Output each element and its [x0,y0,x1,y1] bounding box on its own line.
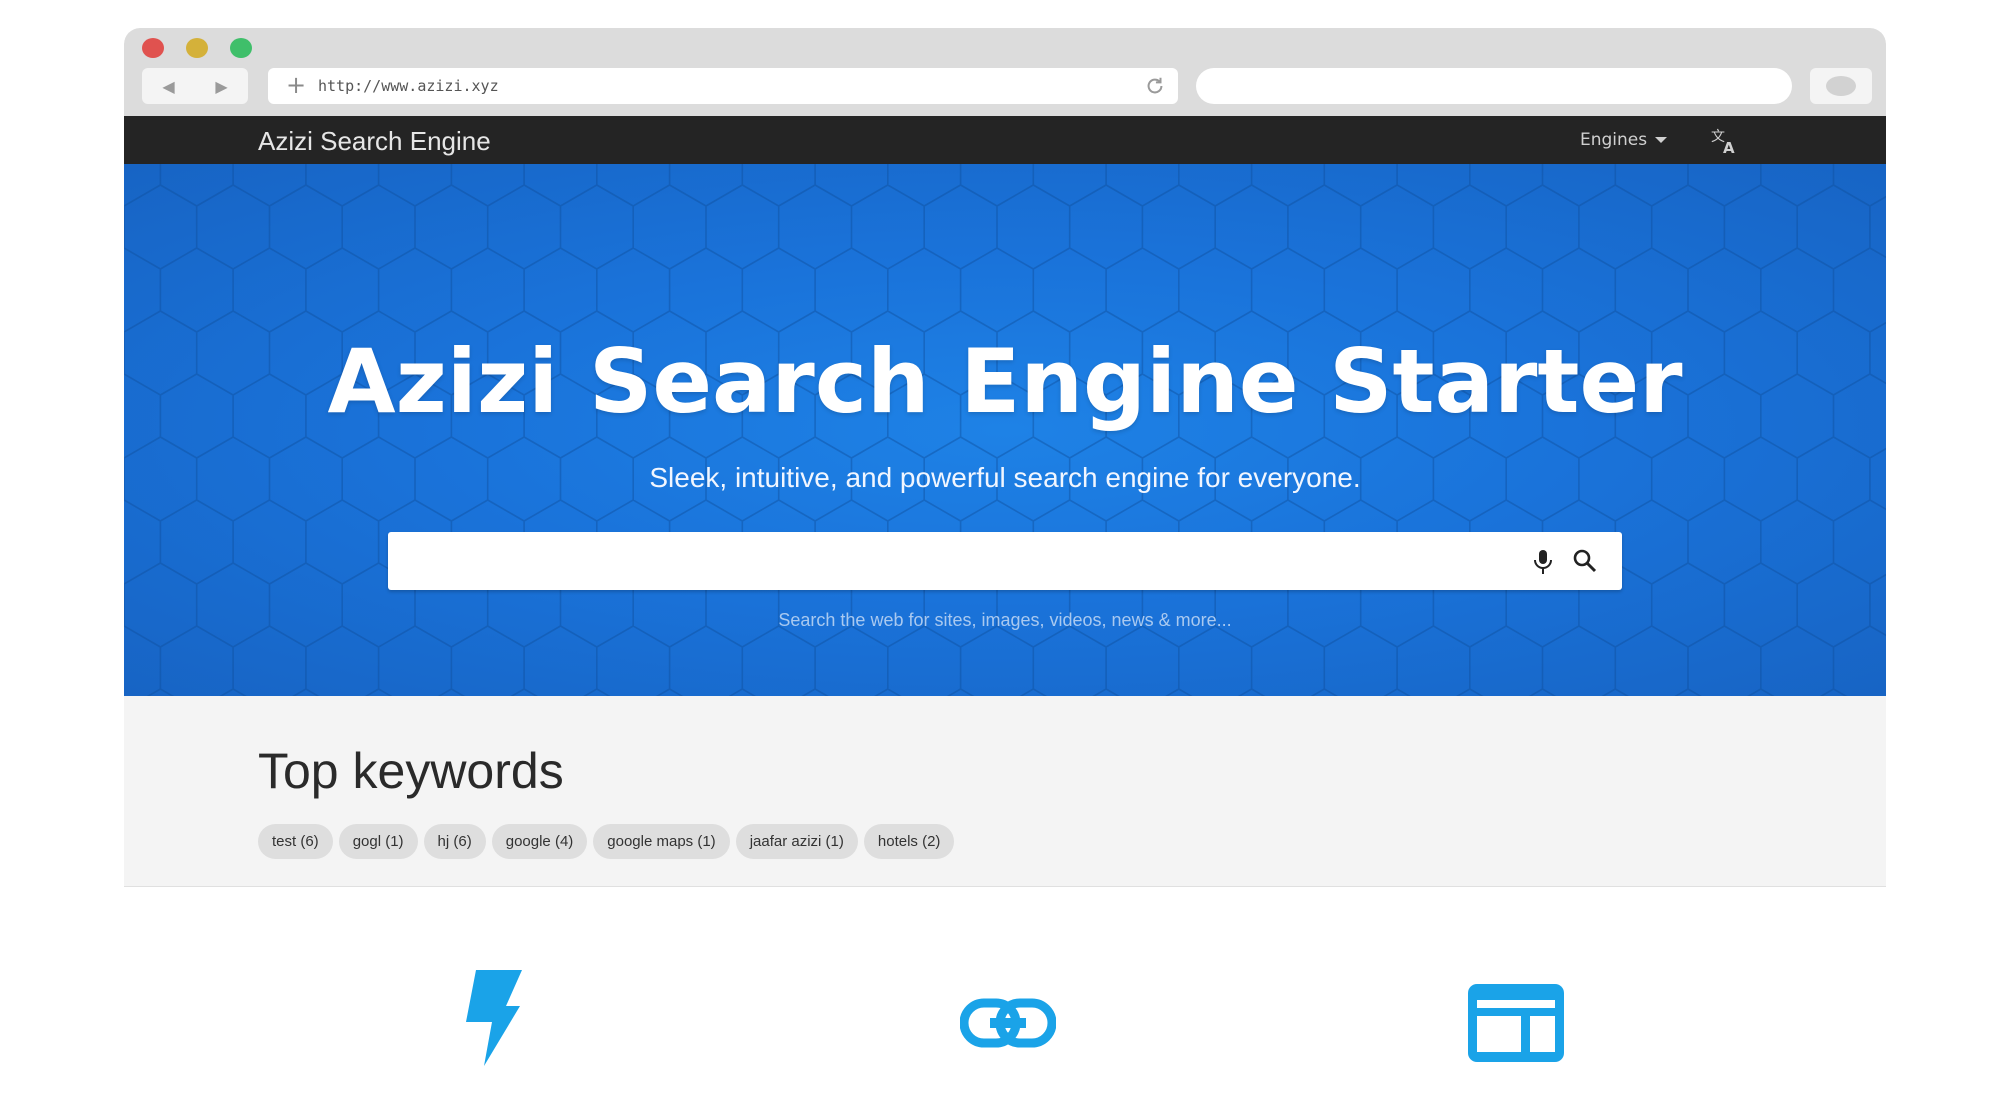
forward-arrow-icon: ▶ [215,76,228,96]
plus-icon: + [286,71,307,99]
caret-down-icon [1655,137,1668,143]
close-window-button[interactable] [142,38,164,58]
site-navbar: Azizi Search Engine Engines 文 A [124,116,1886,164]
url-text: http://www.azizi.xyz [318,77,499,95]
keyword-chip[interactable]: google (4) [491,824,588,859]
navigation-buttons: ◀ ▶ [142,68,248,104]
translate-icon[interactable]: 文 A [1710,126,1740,156]
keyword-chip[interactable]: hotels (2) [863,824,955,859]
keyword-chip-list: test (6) gogl (1) hj (6) google (4) goog… [258,824,955,859]
svg-text:A: A [1723,139,1735,156]
keyword-chip[interactable]: google maps (1) [593,824,730,859]
back-arrow-icon: ◀ [162,76,175,96]
search-input[interactable] [388,532,1528,590]
main-search-box [388,532,1622,590]
microphone-icon[interactable] [1530,548,1556,576]
lightning-icon [466,970,522,1066]
engines-dropdown[interactable]: Engines [1580,130,1668,150]
keyword-chip[interactable]: gogl (1) [338,824,418,859]
hero-subtitle: Sleek, intuitive, and powerful search en… [649,462,1361,493]
minimize-window-button[interactable] [186,38,208,58]
top-keywords-title: Top keywords [258,743,564,799]
layout-icon [1468,984,1564,1062]
keyword-chip[interactable]: test (6) [258,824,333,859]
address-bar[interactable]: + http://www.azizi.xyz [268,68,1178,104]
hero-section: Azizi Search Engine Starter Sleek, intui… [124,164,1886,696]
top-keywords-section: Top keywords test (6) gogl (1) hj (6) go… [124,696,1886,887]
keyword-chip[interactable]: hj (6) [423,824,486,859]
hero-title: Azizi Search Engine Starter [327,330,1683,433]
back-button[interactable]: ◀ [142,68,195,104]
browser-window: ◀ ▶ + http://www.azizi.xyz Azizi Search … [124,28,1886,1100]
maximize-window-button[interactable] [230,38,252,58]
site-brand[interactable]: Azizi Search Engine [258,126,491,157]
link-icon [960,998,1056,1048]
engines-label: Engines [1580,130,1648,150]
forward-button[interactable]: ▶ [195,68,248,104]
search-hint: Search the web for sites, images, videos… [778,610,1232,630]
browser-search-bar[interactable] [1196,68,1792,104]
search-icon[interactable] [1572,548,1598,574]
extension-button[interactable] [1810,68,1872,104]
keyword-chip[interactable]: jaafar azizi (1) [735,824,858,859]
browser-chrome: ◀ ▶ + http://www.azizi.xyz [124,28,1886,116]
reload-icon[interactable] [1144,75,1166,97]
